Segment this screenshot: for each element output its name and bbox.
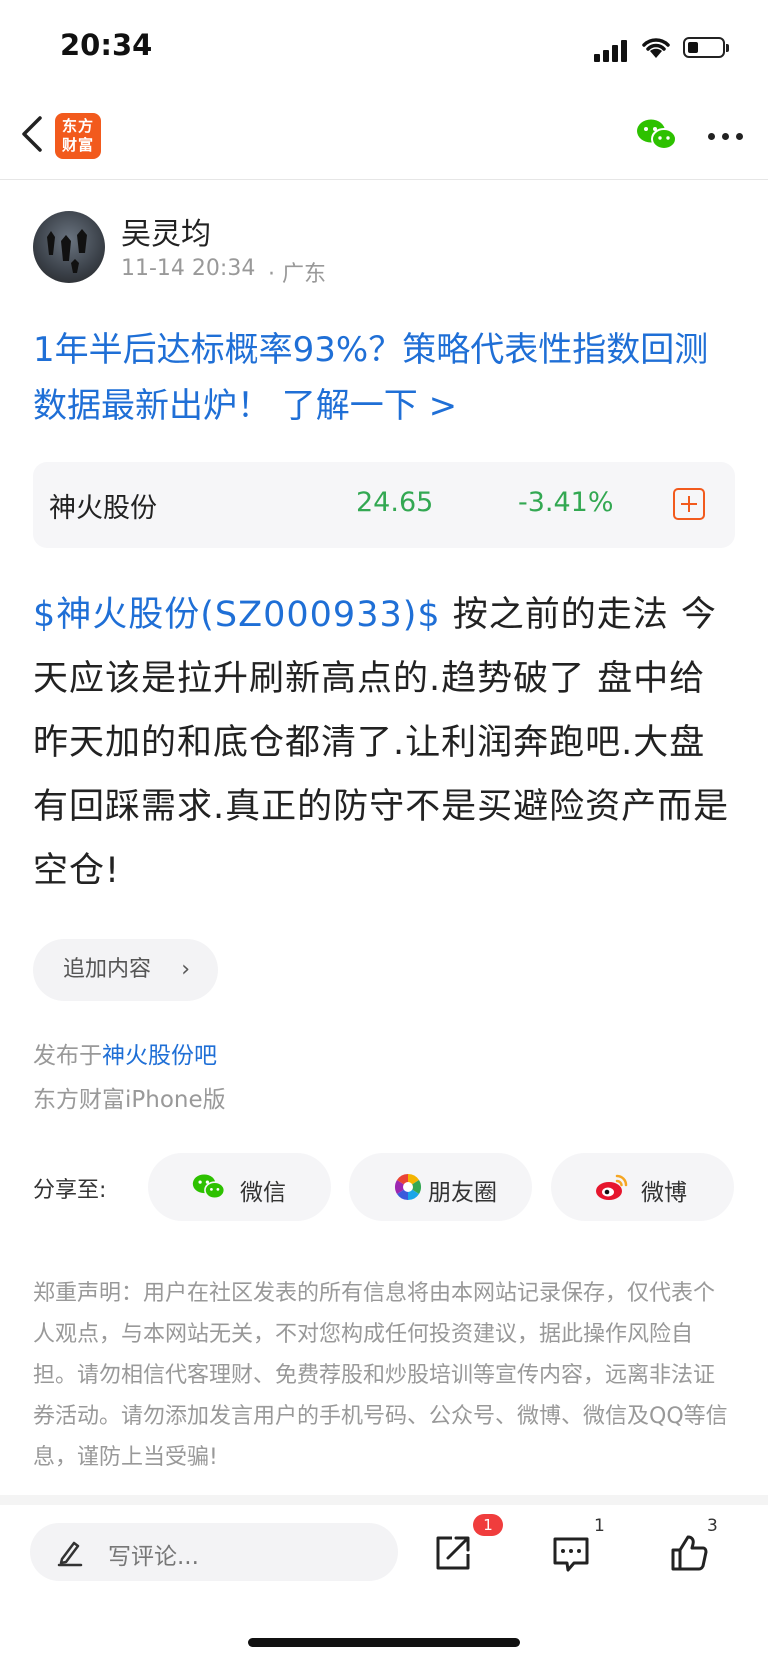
stock-bar-link[interactable]: 神火股份吧 xyxy=(102,1043,217,1069)
published-prefix: 发布于 xyxy=(33,1043,102,1069)
stock-tag-link[interactable]: $神火股份(SZ000933)$ xyxy=(33,595,441,635)
comment-input[interactable]: 写评论... xyxy=(30,1523,398,1581)
client-source: 东方财富iPhone版 xyxy=(33,1087,226,1113)
share-moments-label: 朋友圈 xyxy=(428,1180,497,1206)
chevron-right-icon: › xyxy=(181,957,190,982)
stock-name: 神火股份 xyxy=(49,493,157,524)
nav-divider xyxy=(0,179,768,180)
avatar[interactable] xyxy=(33,211,105,283)
share-label: 分享至: xyxy=(33,1178,107,1203)
promo-link[interactable]: 1年半后达标概率93%？策略代表性指数回测数据最新出炉！ 了解一下 > xyxy=(33,322,733,434)
share-wechat-button[interactable]: 微信 xyxy=(148,1153,331,1221)
share-weibo-label: 微博 xyxy=(641,1180,687,1206)
logo-line1: 东方 xyxy=(61,117,94,135)
post-time: 11-14 20:34 xyxy=(121,256,256,281)
append-content-label: 追加内容 xyxy=(63,957,152,982)
like-icon[interactable] xyxy=(668,1532,710,1574)
moments-icon xyxy=(393,1172,427,1202)
forward-badge: 1 xyxy=(473,1514,503,1536)
forward-icon[interactable] xyxy=(432,1532,474,1574)
stock-price: 24.65 xyxy=(356,487,434,518)
like-count: 3 xyxy=(707,1516,718,1536)
disclaimer-text: 郑重声明：用户在社区发表的所有信息将由本网站记录保存，仅代表个人观点，与本网站无… xyxy=(33,1281,728,1470)
post-content: $神火股份(SZ000933)$ 按之前的走法 今天应该是拉升刷新高点的.趋势破… xyxy=(33,583,738,903)
wechat-share-icon[interactable] xyxy=(636,118,678,152)
pen-icon xyxy=(56,1537,84,1567)
add-watchlist-icon[interactable] xyxy=(673,488,705,520)
author-name[interactable]: 吴灵均 xyxy=(121,209,211,253)
cellular-signal-icon xyxy=(594,38,630,62)
share-wechat-label: 微信 xyxy=(240,1180,286,1206)
battery-icon xyxy=(683,37,729,58)
wechat-icon xyxy=(192,1172,226,1202)
post-text: 按之前的走法 今天应该是拉升刷新高点的.趋势破了 盘中给昨天加的和底仓都清了.让… xyxy=(33,595,730,891)
section-divider xyxy=(0,1495,768,1505)
post-location: · 广东 xyxy=(268,262,326,287)
wifi-icon xyxy=(640,34,672,60)
stock-card[interactable]: 神火股份 24.65 -3.41% xyxy=(33,462,735,548)
comment-count: 1 xyxy=(594,1516,605,1536)
comment-placeholder: 写评论... xyxy=(108,1544,199,1570)
app-logo: 东方 财富 xyxy=(55,113,101,159)
home-indicator xyxy=(248,1638,520,1647)
published-in: 发布于神火股份吧 xyxy=(33,1036,217,1070)
stock-change: -3.41% xyxy=(518,487,614,518)
back-icon[interactable] xyxy=(18,112,46,156)
share-weibo-button[interactable]: 微博 xyxy=(551,1153,734,1221)
status-time: 20:34 xyxy=(60,28,153,62)
logo-line2: 财富 xyxy=(61,136,94,154)
weibo-icon xyxy=(595,1172,629,1202)
comment-icon[interactable] xyxy=(550,1532,592,1574)
more-icon[interactable] xyxy=(708,133,744,141)
append-content-button[interactable]: 追加内容 › xyxy=(33,939,218,1001)
share-moments-button[interactable]: 朋友圈 xyxy=(349,1153,532,1221)
